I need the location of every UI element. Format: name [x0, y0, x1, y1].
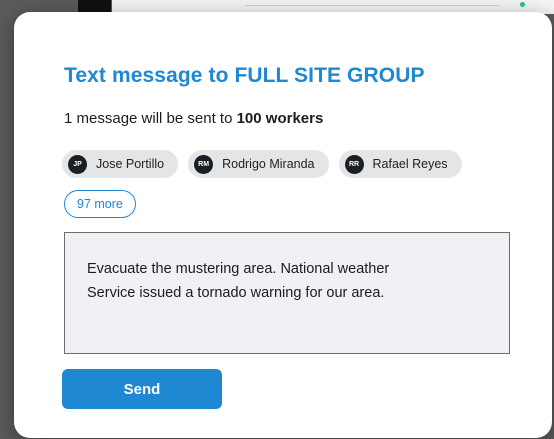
modal-title: Text message to FULL SITE GROUP [64, 64, 425, 87]
send-button[interactable]: Send [62, 369, 222, 409]
avatar: RM [194, 154, 214, 174]
message-textarea[interactable]: Evacuate the mustering area. National we… [64, 232, 510, 354]
recipient-summary-text: 1 message will be sent to [64, 110, 237, 127]
recipient-name: Jose Portillo [96, 157, 165, 171]
recipient-chip[interactable]: RM Rodrigo Miranda [188, 150, 329, 178]
background-divider [245, 5, 500, 6]
background-status-dot [520, 2, 525, 7]
recipient-chip[interactable]: RR Rafael Reyes [338, 150, 462, 178]
recipient-count: 100 workers [236, 110, 324, 127]
avatar: RR [344, 154, 364, 174]
recipient-name: Rodrigo Miranda [222, 157, 315, 171]
more-recipients-button[interactable]: 97 more [64, 190, 136, 218]
recipient-summary: 1 message will be sent to 100 workers [64, 110, 323, 127]
avatar: JP [68, 154, 87, 174]
recipient-chip[interactable]: JP Jose Portillo [62, 150, 179, 178]
text-message-modal: Text message to FULL SITE GROUP 1 messag… [14, 12, 552, 438]
recipient-name: Rafael Reyes [372, 157, 448, 171]
recipient-chips: JP Jose Portillo RM Rodrigo Miranda RR R… [62, 150, 462, 180]
